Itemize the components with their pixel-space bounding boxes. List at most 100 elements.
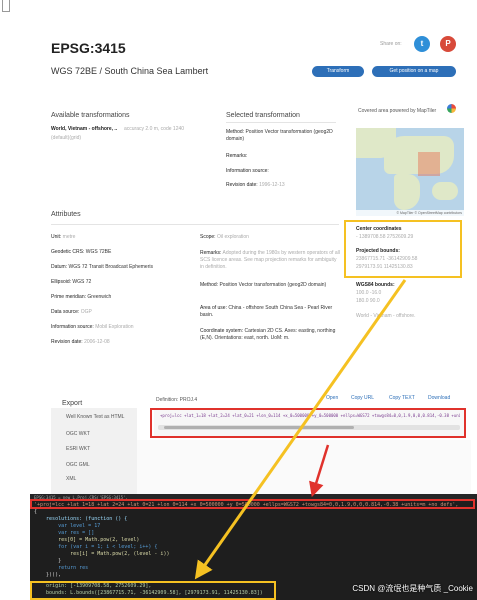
transformation-item-accuracy: accuracy 2.0 m, code 1240: [124, 126, 185, 132]
map-attribution: © MapTiler © OpenStreetMap contributors: [356, 210, 464, 216]
open-link[interactable]: Open: [326, 395, 338, 401]
selected-transformation-heading: Selected transformation: [226, 112, 300, 119]
area-row: Area of use: China - offshore South Chin…: [200, 305, 340, 319]
get-position-button[interactable]: Get position on a map: [372, 66, 456, 77]
attribute-label: Geodetic CRS:: [51, 249, 85, 255]
projected-bounds-line2: 2979173.91 11425130.83: [356, 264, 413, 270]
method-value: Position Vector transformation (geog2D d…: [219, 282, 327, 288]
selected-method: Method: Position Vector transformation (…: [226, 129, 346, 143]
copy-text-link[interactable]: Copy TEXT: [389, 395, 415, 401]
remarks-label: Remarks:: [200, 250, 222, 256]
center-coordinates-label: Center coordinates: [356, 226, 402, 232]
editor-line: resolutions: (function () {: [34, 516, 128, 522]
selected-info-source-label: Information source:: [226, 168, 269, 174]
maptiler-logo-icon: [447, 104, 456, 113]
attribute-value: Greenwich: [87, 294, 112, 300]
wgs84-bounds-line1: 100.0 -16.0: [356, 290, 382, 296]
remarks-row: Remarks: Adopted during the 1980s by wes…: [200, 250, 340, 271]
attribute-row: Ellipsoid: WGS 72: [51, 279, 91, 286]
watermark: CSDN @流氓也是种气质 _Cookie: [352, 584, 473, 593]
definition-panel-body: [137, 440, 471, 494]
attribute-row: Prime meridian: Greenwich: [51, 294, 111, 301]
editor-line: res[i] = Math.pow(2, (level - i)): [34, 551, 170, 557]
attribute-label: Information source:: [51, 324, 94, 330]
transformation-item-name[interactable]: World, Vietnam - offshore, ..: [51, 126, 117, 133]
coverage-area-box: [418, 152, 440, 176]
attribute-value: OGP: [80, 309, 92, 315]
attribute-row: Unit: metre: [51, 234, 75, 241]
export-format-item[interactable]: OGC GML: [66, 462, 90, 468]
transformation-item-default: (default)(grid): [51, 135, 82, 141]
selected-method-label: Method:: [226, 129, 245, 135]
editor-line: return res: [34, 565, 89, 571]
editor-line: }: [34, 558, 62, 564]
export-heading: Export: [62, 400, 83, 407]
map-land: [394, 174, 420, 210]
area-label: Area of use:: [200, 305, 227, 311]
coordinate-system-row: Coordinate system: Cartesian 2D CS. Axes…: [200, 328, 340, 342]
editor-line: for (var i = 1; i < level; i++) {: [34, 544, 158, 550]
editor-line: var level = 17: [34, 523, 101, 529]
editor-proj-red-highlight: [30, 499, 475, 509]
selected-revision-value: 1996-12-13: [259, 182, 285, 188]
attribute-row: Data source: OGP: [51, 309, 92, 316]
attribute-row: Geodetic CRS: WGS 72BE: [51, 249, 111, 256]
export-format-item[interactable]: Well Known Text as HTML: [66, 414, 124, 420]
selected-revision-label: Revision date:: [226, 182, 258, 188]
scope-area-text: World - Vietnam - offshore.: [356, 313, 416, 319]
attribute-value: WGS 72 Transit Broadcast Ephemeris: [68, 264, 153, 270]
wgs84-bounds-line2: 180.0 90.0: [356, 298, 380, 304]
twitter-share-button[interactable]: t: [414, 36, 430, 52]
editor-line: })(),: [34, 572, 62, 578]
remarks-value: Adopted during the 1980s by western oper…: [200, 250, 340, 270]
copy-url-link[interactable]: Copy URL: [351, 395, 374, 401]
export-format-item[interactable]: ESRI WKT: [66, 446, 90, 452]
center-coordinates-value: - 1389708.58 2752609.29: [356, 234, 414, 240]
pinterest-share-button[interactable]: P: [440, 36, 456, 52]
attribute-row: Datum: WGS 72 Transit Broadcast Ephemeri…: [51, 264, 153, 271]
window-corner-icon: [2, 0, 10, 12]
divider: [226, 122, 336, 123]
attributes-heading: Attributes: [51, 211, 81, 218]
attribute-label: Data source:: [51, 309, 80, 315]
scope-value: Oil exploration: [216, 234, 249, 240]
attribute-row: Information source: Mobil Exploration: [51, 324, 134, 331]
attribute-label: Ellipsoid:: [51, 279, 72, 285]
coverage-map[interactable]: © MapTiler © OpenStreetMap contributors: [356, 128, 464, 216]
export-format-item[interactable]: XML: [66, 476, 76, 482]
attribute-label: Unit:: [51, 234, 62, 240]
editor-line: res[0] = Math.pow(2, level): [34, 537, 140, 543]
available-transformations-heading: Available transformations: [51, 112, 130, 119]
method-label: Method:: [200, 282, 219, 288]
transform-button[interactable]: Transform: [312, 66, 364, 77]
browser-top-strip: [0, 0, 477, 16]
scope-row: Scope: Oil exploration: [200, 234, 249, 241]
definition-label: Definition: PROJ.4: [156, 397, 198, 403]
projected-bounds-line1: 23867715.71 -36142909.58: [356, 256, 418, 262]
covered-area-label: Covered area powered by MapTiler: [358, 108, 437, 114]
page-title: EPSG:3415: [51, 40, 126, 56]
share-label: Share on:: [380, 41, 402, 47]
divider: [51, 224, 339, 225]
coordinate-system-label: Coordinate system:: [200, 328, 244, 334]
export-format-item[interactable]: OGC WKT: [66, 431, 90, 437]
editor-origin-yellow-highlight: [30, 581, 276, 600]
attribute-value: WGS 72: [72, 279, 92, 285]
attribute-label: Prime meridian:: [51, 294, 87, 300]
selected-revision: Revision date: 1996-12-13: [226, 182, 285, 189]
attribute-value: metre: [62, 234, 76, 240]
wgs84-bounds-label: WGS84 bounds:: [356, 282, 395, 288]
attribute-value: WGS 72BE: [85, 249, 112, 255]
attribute-value: 2006-12-08: [84, 339, 110, 345]
method-row: Method: Position Vector transformation (…: [200, 282, 340, 289]
map-land: [432, 182, 458, 200]
projected-bounds-label: Projected bounds:: [356, 248, 400, 254]
download-link[interactable]: Download: [428, 395, 450, 401]
attribute-row: Revision date: 2006-12-08: [51, 339, 110, 346]
editor-line: var res = []: [34, 530, 95, 536]
attribute-label: Datum:: [51, 264, 68, 270]
export-format-sidebar: [51, 408, 137, 494]
page-subtitle: WGS 72BE / South China Sea Lambert: [51, 66, 209, 76]
attribute-label: Revision date:: [51, 339, 83, 345]
editor-line: {: [34, 509, 38, 515]
